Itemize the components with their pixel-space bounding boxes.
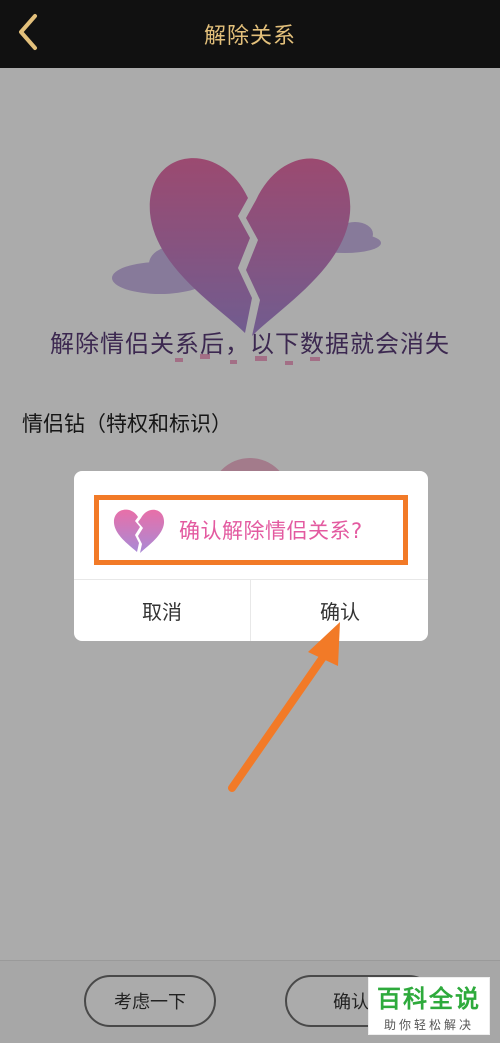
back-button[interactable] [6, 10, 50, 54]
confirm-button[interactable]: 确认 [252, 580, 428, 641]
top-bar: 解除关系 [0, 0, 500, 68]
watermark-title: 百科全说 [377, 985, 481, 1013]
watermark-logo: 百科全说 助你轻松解决 [368, 977, 490, 1035]
chevron-left-icon [19, 14, 37, 50]
confirm-dialog: 确认解除情侣关系? 取消 确认 [74, 471, 428, 641]
broken-heart-icon [113, 509, 165, 553]
page-title: 解除关系 [203, 24, 296, 49]
dialog-message-box: 确认解除情侣关系? [94, 495, 408, 565]
dialog-message: 确认解除情侣关系? [179, 519, 363, 543]
cancel-button[interactable]: 取消 [74, 580, 250, 641]
divider [250, 580, 251, 641]
watermark-subtitle: 助你轻松解决 [383, 1018, 474, 1032]
